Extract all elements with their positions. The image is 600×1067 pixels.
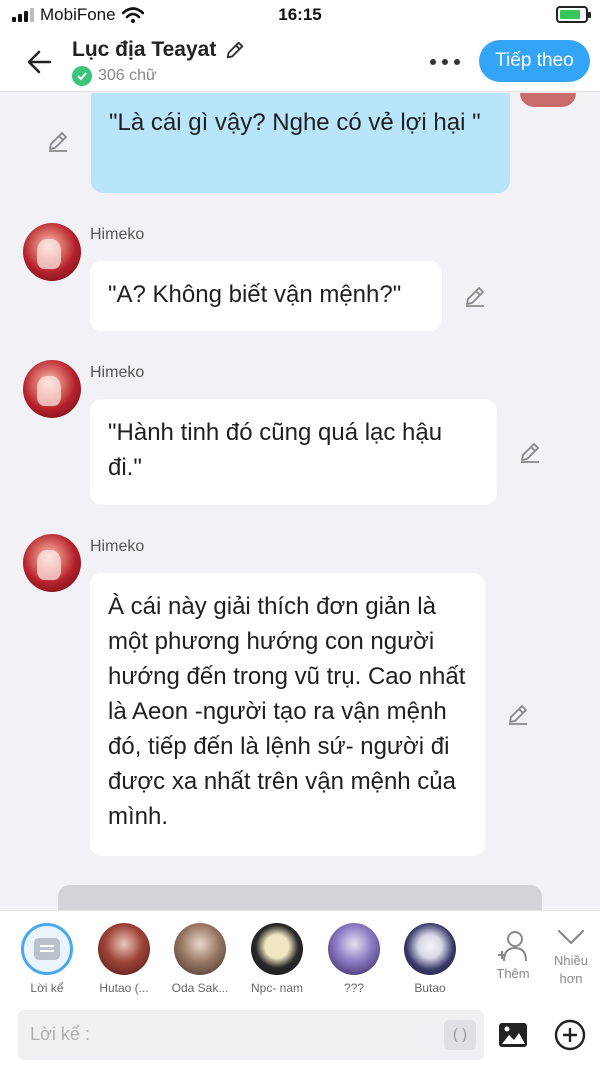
- plus-circle-icon: [554, 1019, 586, 1051]
- status-bar: MobiFone 16:15: [0, 0, 600, 32]
- character-label: ???: [343, 981, 365, 995]
- speaker-name: Himeko: [90, 226, 145, 243]
- edit-icon[interactable]: [506, 702, 530, 726]
- avatar: [328, 923, 380, 975]
- back-button[interactable]: [22, 44, 58, 80]
- chevron-down-icon: [557, 929, 585, 945]
- narrator-icon: [21, 923, 73, 975]
- message-text: "A? Không biết vận mệnh?": [108, 281, 402, 308]
- message-bubble[interactable]: À cái này giải thích đơn giản là một phư…: [90, 573, 485, 856]
- word-count: 306 chữ: [98, 67, 157, 84]
- add-character-button[interactable]: Thêm: [490, 929, 536, 981]
- avatar[interactable]: [23, 534, 81, 592]
- input-bar: Lời kể : ( ): [0, 1002, 600, 1067]
- add-character-label: Thêm: [496, 966, 530, 981]
- avatar: [174, 923, 226, 975]
- check-icon: [72, 66, 92, 86]
- character-narrator[interactable]: Lời kể: [11, 923, 83, 995]
- character-label: Butao: [414, 981, 446, 995]
- message-text: À cái này giải thích đơn giản là một phư…: [108, 593, 466, 830]
- avatar[interactable]: [23, 360, 81, 418]
- add-user-icon: [498, 931, 527, 962]
- speaker-name: Himeko: [90, 364, 145, 381]
- character-label: Lời kể: [30, 981, 64, 995]
- message-text: "Là cái gì vậy? Nghe có vẻ lợi hại ": [109, 109, 481, 136]
- avatar: [98, 923, 150, 975]
- message-bubble[interactable]: "Hành tinh đó cũng quá lạc hậu đi.": [90, 399, 497, 505]
- character-unknown[interactable]: ???: [318, 923, 390, 995]
- battery-icon: [556, 6, 591, 23]
- avatar: [404, 923, 456, 975]
- draft-message-bubble[interactable]: [58, 885, 542, 910]
- edit-icon[interactable]: [463, 284, 487, 308]
- edit-icon[interactable]: [518, 440, 542, 464]
- message-bubble[interactable]: "A? Không biết vận mệnh?": [90, 261, 442, 331]
- speaker-name: Himeko: [90, 538, 145, 555]
- insert-image-button[interactable]: [497, 1020, 529, 1050]
- avatar[interactable]: [23, 223, 81, 281]
- character-oda-sakunosuke[interactable]: Oda Sak...: [164, 923, 236, 995]
- character-label: Hutao (...: [99, 981, 149, 995]
- more-characters-label: Nhiều hơn: [554, 953, 588, 986]
- character-butao[interactable]: Butao: [394, 923, 466, 995]
- more-characters-button[interactable]: Nhiều hơn: [548, 927, 594, 988]
- page-title: Lục địa Teayat: [72, 38, 217, 61]
- avatar: [251, 923, 303, 975]
- character-bar: Lời kể Hutao (... Oda Sak... Npc- nam ??…: [0, 910, 600, 1002]
- edit-title-icon[interactable]: [224, 39, 246, 61]
- edit-icon[interactable]: [46, 129, 70, 153]
- add-button[interactable]: [554, 1019, 586, 1051]
- character-npc-nam[interactable]: Npc- nam: [241, 923, 313, 995]
- message-bubble[interactable]: "Là cái gì vậy? Nghe có vẻ lợi hại ": [91, 93, 510, 193]
- next-button[interactable]: Tiếp theo: [479, 40, 590, 82]
- message-input[interactable]: Lời kể : ( ): [18, 1010, 484, 1060]
- character-label: Oda Sak...: [171, 981, 229, 995]
- back-arrow-icon: [27, 50, 52, 74]
- avatar: [520, 93, 576, 107]
- chat-area[interactable]: "Là cái gì vậy? Nghe có vẻ lợi hại " Him…: [0, 93, 600, 910]
- parenthesis-button[interactable]: ( ): [444, 1020, 476, 1050]
- character-label: Npc- nam: [250, 981, 303, 995]
- status-time: 16:15: [278, 5, 322, 24]
- more-options-button[interactable]: [430, 50, 470, 74]
- message-text: "Hành tinh đó cũng quá lạc hậu đi.": [108, 419, 443, 481]
- header: Lục địa Teayat 306 chữ Tiếp theo: [0, 32, 600, 92]
- image-icon: [499, 1023, 527, 1047]
- character-hutao[interactable]: Hutao (...: [88, 923, 160, 995]
- input-placeholder: Lời kể :: [30, 1024, 90, 1044]
